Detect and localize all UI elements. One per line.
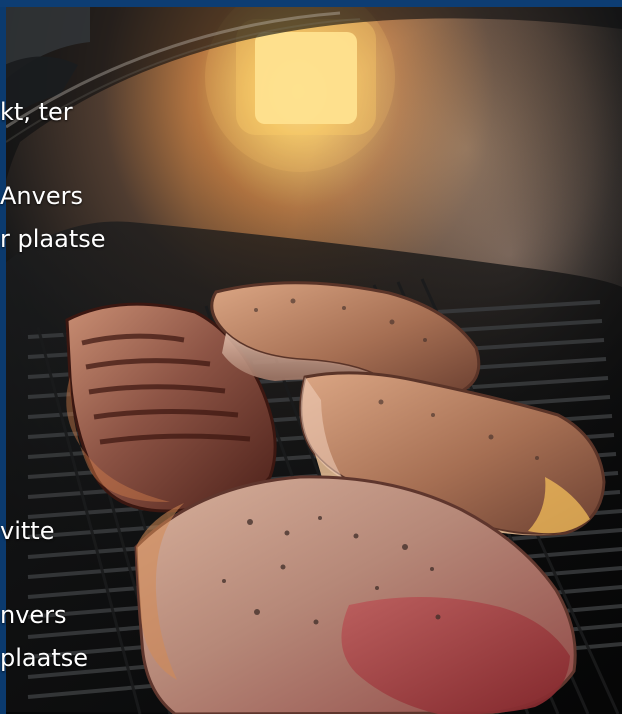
bbq-photo [0, 7, 622, 714]
top-border [0, 0, 622, 7]
left-border [0, 0, 6, 714]
bbq-scene [0, 7, 622, 714]
image-frame: kt, ter Anvers r plaatse vitte nvers pla… [0, 0, 622, 714]
